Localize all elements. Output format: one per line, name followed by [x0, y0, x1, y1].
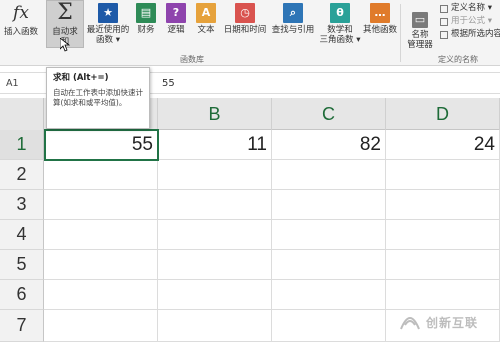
- create-from-selection-item[interactable]: 根据所选内容创: [440, 28, 500, 41]
- text-button[interactable]: A 文本: [192, 0, 220, 35]
- row-header-5[interactable]: 5: [0, 250, 44, 280]
- more-book-icon: …: [370, 3, 390, 23]
- formula-icon: [440, 17, 448, 26]
- tag-icon: ▭: [412, 12, 428, 28]
- watermark-text: 创新互联: [426, 315, 479, 330]
- row-header-2[interactable]: 2: [0, 160, 44, 190]
- text-book-icon: A: [196, 3, 216, 23]
- cell-c5[interactable]: [272, 250, 386, 280]
- group-separator: [400, 4, 401, 62]
- fx-icon: fx: [13, 3, 29, 23]
- datetime-label: 日期和时间: [223, 25, 267, 35]
- name-manager-line2: 管理器: [407, 40, 433, 50]
- math-label-line1: 数学和: [327, 25, 353, 35]
- column-header-b[interactable]: B: [158, 98, 272, 130]
- cell-d4[interactable]: [386, 220, 500, 250]
- clock-book-icon: ◷: [235, 3, 255, 23]
- cell-c2[interactable]: [272, 160, 386, 190]
- formula-input[interactable]: 55: [154, 78, 500, 89]
- recent-label-line2: 函数 ▾: [96, 35, 120, 45]
- name-manager-button[interactable]: ▭ 名称 管理器: [402, 12, 438, 50]
- sigma-icon: Σ: [57, 0, 73, 25]
- watermark: 创新互联: [398, 311, 478, 333]
- more-functions-button[interactable]: … 其他函数: [362, 0, 398, 35]
- cell-b1[interactable]: 11: [158, 130, 272, 160]
- autosum-tooltip: 求和 (Alt+=) 自动在工作表中添加快速计算(如求和或平均值)。: [46, 67, 150, 129]
- question-book-icon: ?: [166, 3, 186, 23]
- cell-c6[interactable]: [272, 280, 386, 310]
- recent-functions-button[interactable]: ★ 最近使用的 函数 ▾: [86, 0, 130, 45]
- select-all-corner[interactable]: [0, 98, 44, 130]
- use-in-formula-label: 用于公式 ▾: [451, 16, 492, 26]
- row-header-6[interactable]: 6: [0, 280, 44, 310]
- cell-c1[interactable]: 82: [272, 130, 386, 160]
- define-name-icon: [440, 4, 448, 13]
- cell-b3[interactable]: [158, 190, 272, 220]
- column-header-c[interactable]: C: [272, 98, 386, 130]
- lookup-button[interactable]: ⌕ 查找与引用: [270, 0, 316, 35]
- financial-button[interactable]: ▤ 财务: [132, 0, 160, 35]
- cell-a6[interactable]: [44, 280, 158, 310]
- cell-c3[interactable]: [272, 190, 386, 220]
- function-library-group-label: 函数库: [180, 55, 204, 64]
- cell-c4[interactable]: [272, 220, 386, 250]
- financial-label: 财务: [137, 25, 155, 35]
- magnifier-book-icon: ⌕: [283, 3, 303, 23]
- more-label: 其他函数: [362, 25, 397, 35]
- text-label: 文本: [197, 25, 215, 35]
- define-name-item[interactable]: 定义名称 ▾: [440, 2, 500, 15]
- defined-names-list: 定义名称 ▾ 用于公式 ▾ 根据所选内容创: [440, 2, 500, 41]
- cell-a4[interactable]: [44, 220, 158, 250]
- define-name-label: 定义名称 ▾: [451, 3, 492, 13]
- grid-icon: [440, 30, 448, 39]
- column-header-d[interactable]: D: [386, 98, 500, 130]
- cell-a5[interactable]: [44, 250, 158, 280]
- cell-b6[interactable]: [158, 280, 272, 310]
- row-header-1[interactable]: 1: [0, 130, 44, 160]
- use-in-formula-item[interactable]: 用于公式 ▾: [440, 15, 500, 28]
- theta-book-icon: θ: [330, 3, 350, 23]
- logical-button[interactable]: ? 逻辑: [162, 0, 190, 35]
- cell-a2[interactable]: [44, 160, 158, 190]
- row-header-7[interactable]: 7: [0, 310, 44, 342]
- cell-d2[interactable]: [386, 160, 500, 190]
- insert-function-button[interactable]: fx 插入函数: [2, 0, 40, 38]
- create-from-selection-label: 根据所选内容创: [451, 29, 500, 39]
- row-header-4[interactable]: 4: [0, 220, 44, 250]
- financial-book-icon: ▤: [136, 3, 156, 23]
- cell-d6[interactable]: [386, 280, 500, 310]
- formulas-ribbon: fx 插入函数 Σ 自动求和 ★ 最近使用的 函数 ▾ ▤ 财务 ? 逻辑 A …: [0, 0, 500, 66]
- cell-a3[interactable]: [44, 190, 158, 220]
- cell-d3[interactable]: [386, 190, 500, 220]
- cell-b2[interactable]: [158, 160, 272, 190]
- cell-d1[interactable]: 24: [386, 130, 500, 160]
- spreadsheet-grid: A B C D 1 2 3 4 5 6 7 55 11 82 24: [0, 98, 500, 342]
- tooltip-body: 自动在工作表中添加快速计算(如求和或平均值)。: [53, 88, 143, 107]
- row-header-3[interactable]: 3: [0, 190, 44, 220]
- logical-label: 逻辑: [167, 25, 185, 35]
- mouse-cursor-icon: [60, 38, 70, 52]
- datetime-button[interactable]: ◷ 日期和时间: [222, 0, 268, 35]
- name-manager-line1: 名称: [411, 30, 429, 40]
- cell-d5[interactable]: [386, 250, 500, 280]
- cell-a7[interactable]: [44, 310, 158, 342]
- lookup-label: 查找与引用: [271, 25, 315, 35]
- cell-b5[interactable]: [158, 250, 272, 280]
- defined-names-group-label: 定义的名称: [438, 55, 478, 64]
- cell-b7[interactable]: [158, 310, 272, 342]
- star-icon: ★: [98, 3, 118, 23]
- math-trig-button[interactable]: θ 数学和 三角函数 ▾: [318, 0, 362, 45]
- math-label-line2: 三角函数 ▾: [319, 35, 361, 45]
- tooltip-title: 求和 (Alt+=): [53, 73, 109, 83]
- cell-c7[interactable]: [272, 310, 386, 342]
- cell-b4[interactable]: [158, 220, 272, 250]
- watermark-logo-icon: [400, 317, 420, 330]
- insert-function-label: 插入函数: [3, 27, 38, 37]
- cell-a1[interactable]: 55: [44, 129, 159, 161]
- recent-label-line1: 最近使用的: [86, 25, 130, 35]
